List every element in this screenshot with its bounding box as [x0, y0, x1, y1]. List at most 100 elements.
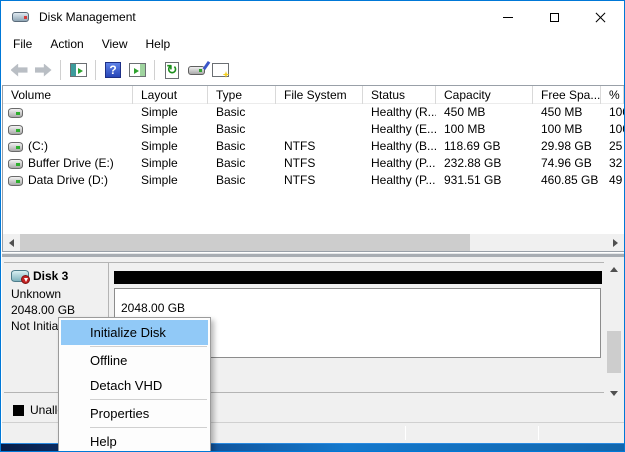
volume-row[interactable]: (C:) Simple Basic NTFS Healthy (B... 118…	[3, 138, 624, 155]
cell-capacity: 450 MB	[444, 105, 486, 119]
cell-type: Basic	[216, 105, 246, 119]
cell-capacity: 118.69 GB	[444, 139, 501, 153]
disk-icon	[11, 270, 30, 284]
scroll-up-icon	[610, 267, 618, 272]
vertical-scrollbar[interactable]	[605, 262, 623, 401]
column-capacity[interactable]: Capacity	[436, 85, 533, 104]
back-icon	[10, 63, 28, 77]
close-button[interactable]	[577, 2, 623, 32]
window-controls	[485, 2, 623, 32]
cell-pct-free: 32	[609, 156, 623, 170]
cell-file-system	[276, 104, 363, 121]
horizontal-scroll-thumb[interactable]	[20, 234, 470, 251]
close-icon	[595, 12, 606, 23]
refresh-icon: ↻	[165, 61, 179, 79]
manage-view-icon	[211, 63, 230, 78]
scroll-right-button[interactable]	[607, 234, 624, 251]
cell-capacity: 232.88 GB	[444, 156, 502, 170]
maximize-icon	[549, 12, 559, 22]
minimize-icon	[503, 16, 513, 18]
scroll-left-icon	[9, 238, 14, 247]
scroll-right-icon	[613, 238, 618, 247]
maximize-button[interactable]	[531, 2, 577, 32]
titlebar[interactable]: Disk Management	[2, 2, 623, 32]
forward-button[interactable]	[32, 59, 54, 81]
toolbar: ? ↻	[2, 55, 623, 85]
disk-size: 2048.00 GB	[11, 303, 76, 317]
unallocated-swatch	[13, 404, 24, 416]
menu-separator	[90, 399, 207, 400]
cell-free-space: 450 MB	[541, 105, 583, 119]
back-button[interactable]	[8, 59, 30, 81]
cell-status: Healthy (E...	[371, 122, 436, 136]
help-button[interactable]: ?	[102, 59, 124, 81]
volume-row[interactable]: Simple Basic Healthy (E... 100 MB 100 MB…	[3, 121, 624, 138]
minimize-button[interactable]	[485, 2, 531, 32]
column-free-space[interactable]: Free Spa...	[533, 85, 601, 104]
menubar: File Action View Help	[2, 32, 623, 55]
cell-layout: Simple	[141, 139, 178, 153]
menu-help[interactable]: Help	[137, 34, 180, 54]
menu-file[interactable]: File	[4, 34, 41, 54]
column-file-system[interactable]: File System	[276, 85, 363, 104]
menu-action[interactable]: Action	[41, 34, 92, 54]
menu-item-detach-vhd[interactable]: Detach VHD	[61, 373, 208, 398]
column-volume[interactable]: Volume	[3, 85, 133, 104]
column-pct-free[interactable]: % Free	[601, 85, 624, 104]
vertical-scroll-thumb[interactable]	[607, 331, 621, 373]
volume-list-header: Volume Layout Type File System Status Ca…	[3, 85, 624, 104]
menu-item-initialize-disk[interactable]: Initialize Disk	[61, 320, 208, 345]
column-layout[interactable]: Layout	[133, 85, 208, 104]
cell-file-system: NTFS	[284, 173, 316, 187]
disk-management-window: Disk Management File Action View Help ? …	[0, 0, 625, 452]
volume-list: Volume Layout Type File System Status Ca…	[2, 85, 624, 252]
cell-pct-free: 25	[609, 139, 623, 153]
cell-type: Basic	[216, 139, 246, 153]
scroll-up-button[interactable]	[605, 262, 623, 277]
show-console-tree-button[interactable]	[67, 59, 89, 81]
cell-free-space: 100 MB	[541, 122, 583, 136]
show-action-pane-button[interactable]	[126, 59, 148, 81]
menu-item-properties[interactable]: Properties	[61, 401, 208, 426]
menu-view[interactable]: View	[93, 34, 137, 54]
cell-type: Basic	[216, 122, 246, 136]
cell-volume	[3, 121, 133, 138]
volume-row[interactable]: Data Drive (D:) Simple Basic NTFS Health…	[3, 172, 624, 189]
window-title: Disk Management	[39, 10, 136, 24]
disk-management-app-icon	[12, 10, 30, 24]
help-icon: ?	[105, 62, 121, 78]
action-pane-icon	[128, 63, 146, 77]
cell-layout: Simple	[141, 156, 178, 170]
cell-status: Healthy (B...	[371, 139, 436, 153]
cell-layout: Simple	[141, 105, 178, 119]
horizontal-scrollbar[interactable]	[3, 234, 624, 251]
volume-icon	[8, 158, 23, 169]
horizontal-scroll-track[interactable]	[20, 234, 607, 251]
cell-free-space: 74.96 GB	[541, 156, 592, 170]
cell-volume: (C:)	[3, 138, 133, 155]
volume-row[interactable]: Simple Basic Healthy (R... 450 MB 450 MB…	[3, 104, 624, 121]
manage-view-button[interactable]	[209, 59, 231, 81]
console-tree-icon	[69, 63, 87, 77]
toolbar-separator	[60, 60, 61, 80]
volume-row[interactable]: Buffer Drive (E:) Simple Basic NTFS Heal…	[3, 155, 624, 172]
refresh-button[interactable]: ↻	[161, 59, 183, 81]
cell-volume	[3, 104, 133, 121]
cell-status: Healthy (R...	[371, 105, 436, 119]
menu-item-help[interactable]: Help	[61, 429, 208, 451]
disk-properties-button[interactable]	[185, 59, 210, 81]
menu-item-offline[interactable]: Offline	[61, 348, 208, 373]
column-status[interactable]: Status	[363, 85, 436, 104]
disk-properties-icon	[187, 60, 210, 75]
cell-volume: Buffer Drive (E:)	[3, 155, 133, 172]
cell-status: Healthy (P...	[371, 156, 436, 170]
status-bar-separator	[538, 426, 539, 440]
scroll-left-button[interactable]	[3, 234, 20, 251]
column-type[interactable]: Type	[208, 85, 276, 104]
menu-separator	[90, 427, 207, 428]
volume-icon	[8, 141, 23, 152]
cell-pct-free: 100	[609, 122, 624, 136]
cell-layout: Simple	[141, 122, 178, 136]
cell-type: Basic	[216, 156, 246, 170]
cell-file-system	[276, 121, 363, 138]
